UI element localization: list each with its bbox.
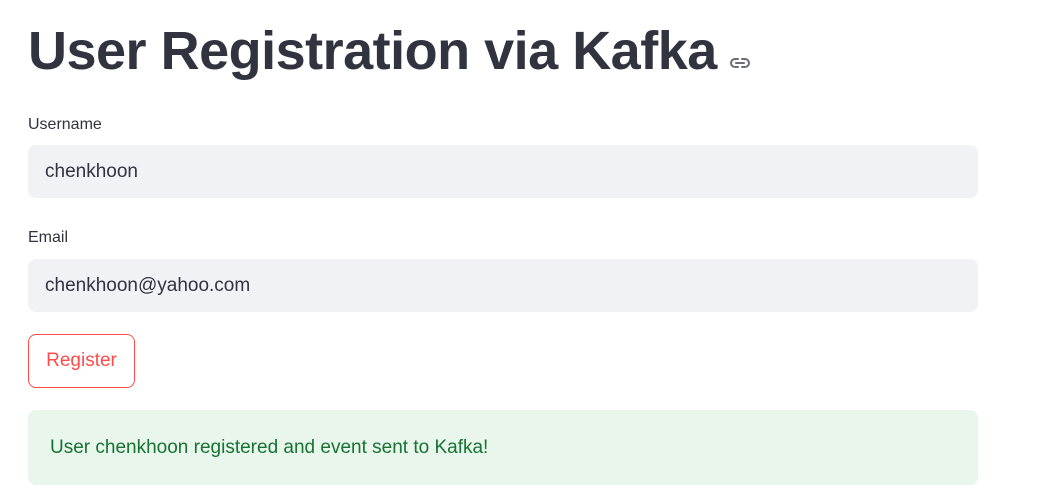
username-label: Username (28, 116, 102, 133)
success-alert: User chenkhoon registered and event sent… (28, 410, 978, 485)
success-message: User chenkhoon registered and event sent… (50, 436, 489, 458)
register-button[interactable]: Register (28, 334, 135, 388)
email-input[interactable] (28, 259, 978, 312)
username-input[interactable] (28, 145, 978, 198)
title-row: User Registration via Kafka (28, 20, 978, 82)
main-content: User Registration via Kafka Username Ema… (28, 0, 978, 485)
page-title: User Registration via Kafka (28, 21, 717, 81)
link-icon[interactable] (727, 50, 753, 76)
email-label: Email (28, 229, 69, 246)
